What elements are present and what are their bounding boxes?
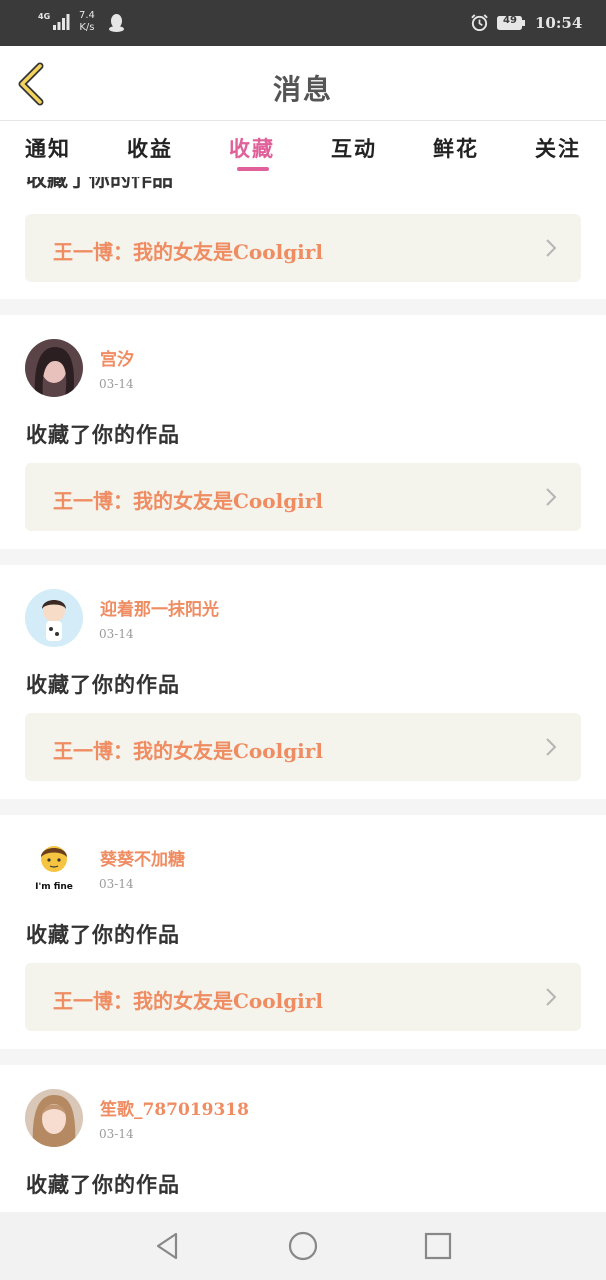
work-title: 王一博：我的女友是Coolgirl xyxy=(53,989,323,1013)
avatar[interactable]: I'm fine xyxy=(25,839,83,897)
date: 03-14 xyxy=(99,377,134,391)
qq-icon xyxy=(109,14,124,32)
work-card[interactable]: 王一博：我的女友是Coolgirl xyxy=(25,713,581,781)
network-speed-unit: K/s xyxy=(79,22,95,33)
message-list[interactable]: 收藏了你的作品 王一博：我的女友是Coolgirl 宫汐 03-14 收藏了你的… xyxy=(0,177,606,1212)
signal-icon xyxy=(53,14,70,30)
chevron-right-icon xyxy=(546,738,557,756)
work-title: 王一博：我的女友是Coolgirl xyxy=(53,489,323,513)
work-title: 王一博：我的女友是Coolgirl xyxy=(53,240,323,264)
date: 03-14 xyxy=(99,877,134,891)
action-text: 收藏了你的作品 xyxy=(26,177,173,191)
work-card[interactable]: 王一博：我的女友是Coolgirl xyxy=(25,963,581,1031)
message-item: 宫汐 03-14 收藏了你的作品 王一博：我的女友是Coolgirl xyxy=(0,315,606,549)
header: 消息 xyxy=(0,46,606,120)
date: 03-14 xyxy=(99,1127,134,1141)
tab-notifications[interactable]: 通知 xyxy=(25,133,71,163)
network-type: 4G xyxy=(38,12,51,21)
work-card[interactable]: 王一博：我的女友是Coolgirl xyxy=(25,463,581,531)
nav-back-icon[interactable] xyxy=(152,1230,184,1262)
active-tab-indicator xyxy=(237,167,269,171)
user-name[interactable]: 宫汐 xyxy=(100,345,134,370)
tab-interactions[interactable]: 互动 xyxy=(331,133,377,163)
status-bar: 4G 7.4 K/s 49 10:54 xyxy=(0,0,606,46)
section-divider xyxy=(0,299,606,315)
user-name[interactable]: 葵葵不加糖 xyxy=(100,845,185,870)
action-text: 收藏了你的作品 xyxy=(26,1172,180,1197)
message-item: 迎着那一抹阳光 03-14 收藏了你的作品 王一博：我的女友是Coolgirl xyxy=(0,565,606,799)
avatar[interactable] xyxy=(25,589,83,647)
user-name[interactable]: 笙歌_787019318 xyxy=(100,1095,249,1120)
tab-flowers[interactable]: 鲜花 xyxy=(433,133,479,163)
section-divider xyxy=(0,1049,606,1065)
section-divider xyxy=(0,799,606,815)
avatar[interactable] xyxy=(25,1089,83,1147)
tab-bar: 通知 收益 收藏 互动 鲜花 关注 xyxy=(0,121,606,177)
user-name[interactable]: 迎着那一抹阳光 xyxy=(100,595,219,620)
network-speed-value: 7.4 xyxy=(79,10,95,21)
date: 03-14 xyxy=(99,627,134,641)
chevron-right-icon xyxy=(546,239,557,257)
action-text: 收藏了你的作品 xyxy=(26,422,180,447)
page-title: 消息 xyxy=(272,73,333,106)
tab-earnings[interactable]: 收益 xyxy=(127,133,173,163)
section-divider xyxy=(0,549,606,565)
nav-home-icon[interactable] xyxy=(287,1230,319,1262)
alarm-icon xyxy=(471,14,488,32)
network-speed: 7.4 K/s xyxy=(79,10,95,34)
action-text: 收藏了你的作品 xyxy=(26,672,180,697)
message-item: 笙歌_787019318 03-14 收藏了你的作品 xyxy=(0,1065,606,1212)
tab-favorites[interactable]: 收藏 xyxy=(229,133,275,163)
chevron-right-icon xyxy=(546,988,557,1006)
system-nav-bar xyxy=(0,1212,606,1280)
avatar-caption: I'm fine xyxy=(35,882,73,892)
message-item: I'm fine 葵葵不加糖 03-14 收藏了你的作品 王一博：我的女友是Co… xyxy=(0,815,606,1049)
work-title: 王一博：我的女友是Coolgirl xyxy=(53,739,323,763)
tab-following[interactable]: 关注 xyxy=(535,133,581,163)
action-text: 收藏了你的作品 xyxy=(26,922,180,947)
nav-recents-icon[interactable] xyxy=(422,1230,454,1262)
battery-level: 49 xyxy=(503,15,517,26)
chevron-right-icon xyxy=(546,488,557,506)
clock: 10:54 xyxy=(535,14,583,32)
avatar[interactable] xyxy=(25,339,83,397)
work-card[interactable]: 王一博：我的女友是Coolgirl xyxy=(25,214,581,282)
